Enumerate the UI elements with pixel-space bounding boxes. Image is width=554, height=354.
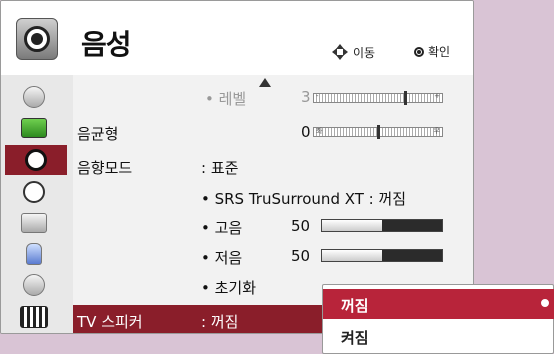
balance-slider-left: 좌 bbox=[316, 127, 323, 135]
level-label: • 레벨 bbox=[205, 90, 247, 108]
option-on[interactable]: 켜짐 bbox=[323, 321, 554, 351]
tv-speaker-label: TV 스피커 bbox=[77, 313, 143, 331]
sidebar-item-picture[interactable] bbox=[15, 114, 53, 142]
satellite-icon bbox=[23, 86, 45, 108]
level-slider-max: + bbox=[434, 92, 440, 100]
treble-bar[interactable] bbox=[321, 219, 443, 232]
dpad-icon bbox=[331, 43, 349, 61]
srs-label: • SRS TruSurround XT : 꺼짐 bbox=[201, 190, 407, 208]
move-hint: 이동 bbox=[331, 43, 375, 61]
film-icon bbox=[20, 306, 48, 328]
ok-hint: 확인 bbox=[414, 43, 450, 60]
option-on-label: 켜짐 bbox=[341, 329, 369, 347]
speaker-icon bbox=[25, 149, 47, 171]
balance-slider-thumb[interactable] bbox=[377, 125, 380, 139]
sidebar-item-sound[interactable] bbox=[5, 145, 67, 175]
bass-label: • 저음 bbox=[201, 249, 243, 267]
sidebar-item-media[interactable] bbox=[15, 303, 53, 331]
ok-button-icon bbox=[414, 46, 424, 57]
sidebar-item-lock[interactable] bbox=[15, 240, 53, 268]
bass-bar[interactable] bbox=[321, 249, 443, 262]
setting-row-srs[interactable]: • SRS TruSurround XT : 꺼짐 bbox=[73, 186, 473, 208]
balance-label: 음균형 bbox=[77, 125, 119, 143]
treble-label: • 고음 bbox=[201, 219, 243, 237]
speaker-icon bbox=[16, 18, 58, 60]
tv-picture-icon bbox=[21, 118, 47, 138]
option-off[interactable]: 꺼짐 bbox=[323, 289, 554, 319]
move-hint-label: 이동 bbox=[353, 45, 376, 60]
treble-value: 50 bbox=[291, 217, 311, 235]
ok-hint-label: 확인 bbox=[428, 45, 451, 59]
selected-radio-icon bbox=[541, 299, 549, 307]
sidebar-item-option[interactable] bbox=[15, 209, 53, 237]
clock-icon bbox=[23, 181, 45, 203]
menu-title: 음성 bbox=[81, 28, 132, 61]
level-slider[interactable]: - + bbox=[313, 91, 443, 105]
level-value: 3 bbox=[301, 88, 311, 106]
scroll-up-icon[interactable] bbox=[259, 78, 271, 87]
sidebar-item-channel[interactable] bbox=[15, 83, 53, 111]
sidebar-item-time[interactable] bbox=[15, 178, 53, 206]
level-slider-thumb[interactable] bbox=[404, 91, 407, 105]
setting-row-sound-mode[interactable]: 음향모드 : 표준 bbox=[73, 155, 473, 177]
sidebar-item-input[interactable] bbox=[15, 271, 53, 299]
sound-mode-label: 음향모드 bbox=[77, 159, 133, 177]
level-slider-min: - bbox=[316, 92, 319, 100]
toolbox-icon bbox=[21, 213, 47, 233]
category-sidebar bbox=[1, 75, 73, 333]
lock-icon bbox=[26, 243, 42, 265]
treble-bar-fill bbox=[322, 220, 382, 231]
menu-header: 음성 이동 확인 bbox=[1, 1, 473, 75]
balance-slider[interactable]: 좌 우 bbox=[313, 125, 443, 139]
sound-mode-value: : 표준 bbox=[201, 159, 239, 177]
bass-bar-fill bbox=[322, 250, 382, 261]
connector-icon bbox=[23, 274, 45, 296]
option-off-label: 꺼짐 bbox=[341, 297, 369, 315]
balance-slider-right: 우 bbox=[433, 127, 440, 135]
balance-value: 0 bbox=[301, 123, 311, 141]
reset-label: • 초기화 bbox=[201, 279, 257, 297]
bass-value: 50 bbox=[291, 247, 311, 265]
tv-speaker-value: : 꺼짐 bbox=[201, 313, 239, 331]
tv-speaker-options-popup: 꺼짐 켜짐 bbox=[322, 284, 554, 354]
